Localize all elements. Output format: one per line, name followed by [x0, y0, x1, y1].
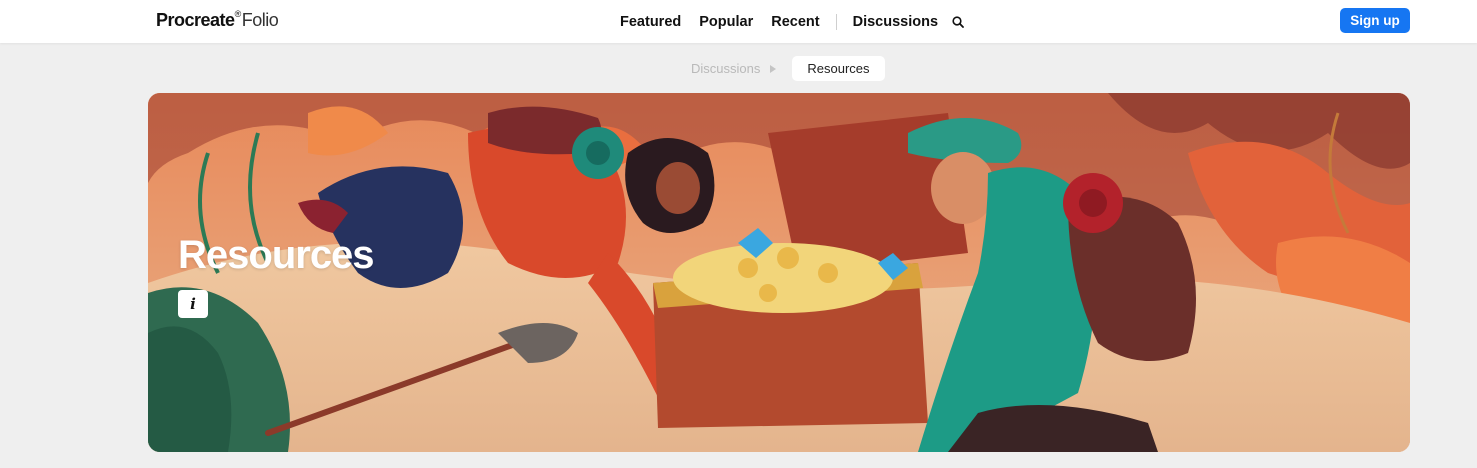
breadcrumb-resources: Resources	[792, 56, 885, 81]
sign-up-button[interactable]: Sign up	[1340, 8, 1410, 33]
nav-recent[interactable]: Recent	[771, 14, 819, 30]
breadcrumb-discussions[interactable]: Discussions	[691, 61, 760, 76]
nav-divider	[835, 14, 837, 30]
logo-registered: ®	[234, 9, 242, 19]
caret-right-icon	[770, 64, 777, 73]
nav-discussions[interactable]: Discussions	[853, 14, 938, 30]
main-nav: Featured Popular Recent Discussions	[620, 12, 966, 32]
top-navigation-bar: Procreate®Folio Featured Popular Recent …	[0, 0, 1477, 43]
info-icon: i	[190, 295, 196, 313]
logo-product: Folio	[241, 10, 279, 30]
search-icon[interactable]	[952, 15, 966, 29]
logo-brand: Procreate	[156, 10, 235, 30]
breadcrumb: Discussions Resources	[691, 56, 885, 81]
hero-banner: Resources i	[148, 93, 1410, 452]
hero-title: Resources	[178, 233, 375, 277]
info-button[interactable]: i	[178, 290, 208, 318]
nav-popular[interactable]: Popular	[699, 14, 753, 30]
procreate-folio-logo[interactable]: Procreate®Folio	[156, 9, 279, 31]
nav-featured[interactable]: Featured	[620, 14, 681, 30]
